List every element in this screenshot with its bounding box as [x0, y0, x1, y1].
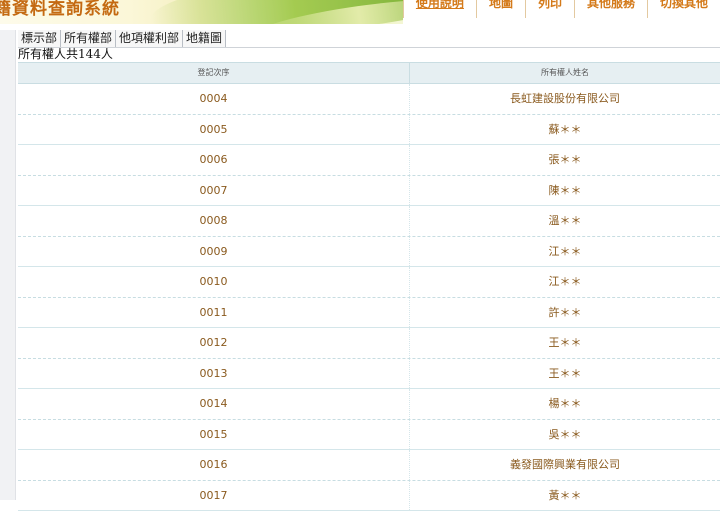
owner-name-cell: 陳＊＊ [410, 176, 720, 206]
registration-order-cell: 0017 [18, 481, 410, 511]
registration-order-cell: 0013 [18, 359, 410, 389]
tab-ownership-section[interactable]: 所有權部 [61, 30, 116, 47]
registration-order-cell: 0008 [18, 206, 410, 236]
table-row: 0006張＊＊ [18, 145, 720, 176]
registration-order-cell: 0009 [18, 237, 410, 267]
owner-name-cell: 王＊＊ [410, 328, 720, 358]
table-row: 0005蘇＊＊ [18, 115, 720, 146]
registration-order-cell: 0011 [18, 298, 410, 328]
registration-order-cell: 0016 [18, 450, 410, 480]
header-banner: 籍資料查詢系統 使用說明 地圖 列印 其他服務 切換其他 [0, 0, 720, 24]
owner-name-cell: 長虹建設股份有限公司 [410, 84, 720, 114]
registration-order-cell: 0010 [18, 267, 410, 297]
tab-other-rights-section[interactable]: 他項權利部 [116, 30, 183, 47]
owner-name-cell: 楊＊＊ [410, 389, 720, 419]
table-row: 0009江＊＊ [18, 237, 720, 268]
registration-order-cell: 0012 [18, 328, 410, 358]
owner-name-cell: 張＊＊ [410, 145, 720, 175]
table-header: 登記次序 所有權人姓名 [18, 62, 720, 84]
owner-name-cell: 江＊＊ [410, 267, 720, 297]
table-row: 0014楊＊＊ [18, 389, 720, 420]
section-tabs: 標示部 所有權部 他項權利部 地籍圖 [18, 30, 720, 48]
nav-switch-link[interactable]: 切換其他 [647, 0, 720, 18]
table-body: 0004長虹建設股份有限公司 0005蘇＊＊ 0006張＊＊ 0007陳＊＊ 0… [18, 84, 720, 511]
registration-order-cell: 0006 [18, 145, 410, 175]
owner-name-cell: 吳＊＊ [410, 420, 720, 450]
table-row: 0004長虹建設股份有限公司 [18, 84, 720, 115]
owner-name-cell: 義發國際興業有限公司 [410, 450, 720, 480]
tab-cadastral-map[interactable]: 地籍圖 [183, 30, 226, 47]
owner-name-cell: 許＊＊ [410, 298, 720, 328]
registration-order-cell: 0007 [18, 176, 410, 206]
app-title: 籍資料查詢系統 [0, 0, 120, 19]
table-row: 0008溫＊＊ [18, 206, 720, 237]
left-panel-strip [0, 30, 16, 500]
top-navigation: 使用說明 地圖 列印 其他服務 切換其他 [403, 0, 720, 24]
table-row: 0013王＊＊ [18, 359, 720, 390]
table-row: 0011許＊＊ [18, 298, 720, 329]
owner-name-cell: 黃＊＊ [410, 481, 720, 511]
nav-other-services-link[interactable]: 其他服務 [574, 0, 647, 18]
owner-name-cell: 蘇＊＊ [410, 115, 720, 145]
owners-table: 登記次序 所有權人姓名 0004長虹建設股份有限公司 0005蘇＊＊ 0006張… [18, 62, 720, 511]
registration-order-cell: 0004 [18, 84, 410, 114]
header-registration-order: 登記次序 [18, 63, 410, 83]
table-row: 0010江＊＊ [18, 267, 720, 298]
nav-map-link[interactable]: 地圖 [476, 0, 525, 18]
table-row: 0012王＊＊ [18, 328, 720, 359]
table-row: 0007陳＊＊ [18, 176, 720, 207]
owner-name-cell: 王＊＊ [410, 359, 720, 389]
table-row: 0015吳＊＊ [18, 420, 720, 451]
table-row: 0016義發國際興業有限公司 [18, 450, 720, 481]
owner-name-cell: 江＊＊ [410, 237, 720, 267]
registration-order-cell: 0015 [18, 420, 410, 450]
owner-name-cell: 溫＊＊ [410, 206, 720, 236]
table-row: 0017黃＊＊ [18, 481, 720, 511]
nav-help-link[interactable]: 使用說明 [403, 0, 476, 18]
nav-print-link[interactable]: 列印 [525, 0, 574, 18]
tab-marking-section[interactable]: 標示部 [18, 30, 61, 47]
registration-order-cell: 0014 [18, 389, 410, 419]
owner-count-summary: 所有權人共144人 [18, 47, 113, 61]
header-owner-name: 所有權人姓名 [410, 63, 720, 83]
registration-order-cell: 0005 [18, 115, 410, 145]
